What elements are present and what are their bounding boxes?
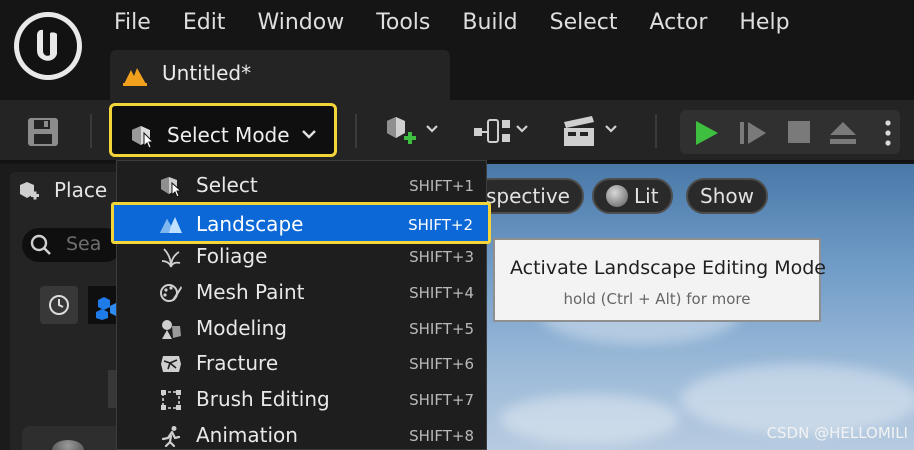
viewport-perspective-label: spective (486, 184, 570, 208)
menu-select[interactable]: Select (534, 6, 634, 42)
viewport-lit-button[interactable]: Lit (592, 178, 673, 214)
actor-search-placeholder: Sea (66, 233, 102, 255)
actor-search-input[interactable]: Sea (22, 228, 122, 262)
unreal-logo-inner (19, 17, 77, 75)
landscape-mode-icon (160, 217, 182, 233)
menu-file[interactable]: File (98, 6, 167, 42)
chevron-down-icon[interactable] (515, 124, 529, 134)
chevron-down-icon[interactable] (604, 124, 618, 134)
lit-sphere-icon (606, 185, 628, 207)
chevron-down-icon[interactable] (425, 124, 439, 134)
play-controls (680, 110, 900, 154)
tooltip-subtitle: hold (Ctrl + Alt) for more (563, 290, 751, 308)
select-mode-icon (161, 177, 183, 197)
menu-help[interactable]: Help (723, 6, 805, 42)
menu-tools[interactable]: Tools (360, 6, 446, 42)
place-actors-icon (20, 182, 39, 200)
toolbar-divider (90, 114, 92, 148)
mode-item-label: Animation (196, 423, 298, 447)
mode-item-label: Mesh Paint (196, 280, 305, 304)
mode-item-shortcut: SHIFT+1 (409, 177, 474, 195)
mode-item-label: Brush Editing (196, 387, 330, 411)
mode-item-shortcut: SHIFT+4 (409, 284, 474, 302)
modeling-mode-icon (162, 320, 181, 339)
mode-item-label: Foliage (196, 244, 268, 268)
main-menu-bar: File Edit Window Tools Build Select Acto… (98, 6, 806, 42)
clock-icon (49, 295, 69, 315)
search-icon (30, 234, 51, 255)
toolbar-divider (355, 114, 357, 148)
mode-menu: Select SHIFT+1 Landscape SHIFT+2 Foliage… (111, 160, 491, 450)
mode-item-shortcut: SHIFT+5 (409, 320, 474, 338)
select-mode-label: Select Mode (167, 123, 290, 147)
menu-edit[interactable]: Edit (167, 6, 242, 42)
viewport-lit-label: Lit (634, 184, 659, 208)
mesh-paint-mode-icon (160, 284, 182, 302)
save-icon[interactable] (26, 116, 62, 148)
blueprint-icon[interactable] (472, 114, 512, 148)
mode-item-select[interactable]: Select SHIFT+1 (117, 169, 488, 203)
more-options-icon[interactable] (884, 119, 892, 147)
eject-icon[interactable] (828, 119, 858, 147)
toolbar-divider (655, 114, 657, 148)
mode-item-animation[interactable]: Animation SHIFT+8 (117, 419, 488, 450)
mode-item-mesh-paint[interactable]: Mesh Paint SHIFT+4 (117, 276, 488, 310)
mode-item-shortcut: SHIFT+2 (408, 216, 473, 234)
cinematics-icon[interactable] (562, 114, 598, 148)
mode-item-fracture[interactable]: Fracture SHIFT+6 (117, 347, 488, 381)
animation-mode-icon (161, 426, 181, 447)
mode-item-shortcut: SHIFT+7 (409, 391, 474, 409)
document-tab-label: Untitled* (162, 61, 252, 85)
mode-item-label: Select (196, 173, 258, 197)
viewport-show-button[interactable]: Show (686, 178, 768, 214)
level-icon (123, 68, 147, 86)
place-actors-body: Sea (10, 208, 130, 450)
mode-item-shortcut: SHIFT+3 (409, 248, 474, 266)
main-toolbar: Select Mode (0, 100, 914, 162)
menu-actor[interactable]: Actor (634, 6, 724, 42)
unreal-logo[interactable] (14, 12, 82, 80)
chevron-down-icon (302, 130, 316, 139)
select-mode-button-inner: Select Mode (116, 110, 330, 150)
landscape-tooltip: Activate Landscape Editing Mode hold (Ct… (493, 238, 826, 322)
menu-window[interactable]: Window (241, 6, 360, 42)
stop-icon[interactable] (786, 119, 812, 145)
mode-item-shortcut: SHIFT+6 (409, 355, 474, 373)
place-actors-panel: Place Sea (0, 164, 130, 450)
mode-item-shortcut: SHIFT+8 (409, 427, 474, 445)
select-mode-button[interactable]: Select Mode (109, 103, 337, 157)
add-actor-icon[interactable] (384, 114, 418, 148)
place-actors-tab[interactable]: Place (10, 172, 120, 208)
unreal-u-icon (37, 29, 57, 61)
viewport-show-label: Show (700, 184, 754, 208)
watermark: CSDN @HELLOMILI (766, 424, 908, 442)
mode-item-foliage[interactable]: Foliage SHIFT+3 (117, 240, 488, 274)
menu-build[interactable]: Build (446, 6, 533, 42)
mode-item-landscape[interactable]: Landscape SHIFT+2 (111, 202, 491, 244)
mode-item-label: Fracture (196, 351, 279, 375)
foliage-mode-icon (161, 248, 181, 268)
tooltip-title: Activate Landscape Editing Mode (510, 257, 826, 279)
play-icon[interactable] (692, 119, 720, 147)
mode-item-label: Modeling (196, 316, 287, 340)
sky-cloud (500, 394, 680, 444)
recent-category-button[interactable] (40, 286, 78, 324)
place-actors-tab-label: Place (54, 178, 108, 202)
fracture-mode-icon (161, 356, 181, 372)
mode-item-brush-editing[interactable]: Brush Editing SHIFT+7 (117, 383, 488, 417)
brush-editing-mode-icon (161, 390, 181, 410)
document-tab[interactable]: Untitled* (110, 50, 450, 100)
step-icon[interactable] (738, 119, 768, 147)
select-mode-icon (132, 126, 155, 148)
mode-item-modeling[interactable]: Modeling SHIFT+5 (117, 312, 488, 346)
title-bar: File Edit Window Tools Build Select Acto… (0, 0, 914, 100)
mode-item-label: Landscape (196, 212, 304, 236)
